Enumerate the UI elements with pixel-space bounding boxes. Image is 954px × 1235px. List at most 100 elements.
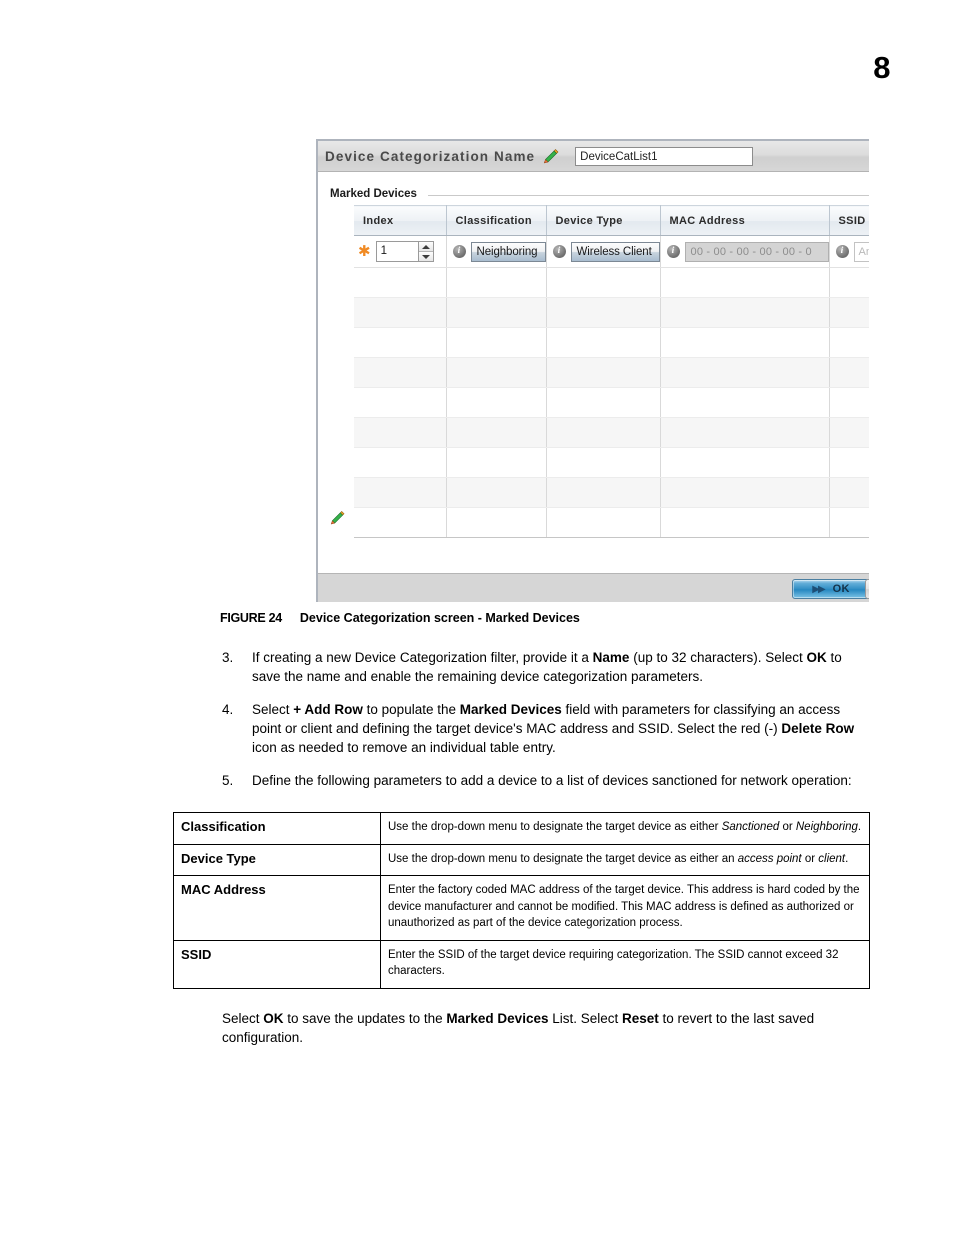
cell-ssid[interactable]: [829, 357, 869, 388]
cell-mac-address[interactable]: [660, 477, 830, 508]
stepper-down-icon[interactable]: [418, 252, 433, 261]
cell-ssid[interactable]: [829, 477, 869, 508]
info-icon[interactable]: i: [835, 245, 849, 258]
step-text: Define the following parameters to add a…: [252, 773, 852, 788]
ok-button[interactable]: ▶▶ OK: [792, 579, 869, 599]
info-icon[interactable]: i: [666, 245, 680, 258]
cell-device-type[interactable]: [546, 447, 661, 478]
column-header-device-type[interactable]: Device Type: [546, 205, 661, 236]
figure-caption-text: Device Categorization screen - Marked De…: [299, 611, 580, 625]
cell-classification[interactable]: [446, 387, 547, 418]
info-icon[interactable]: i: [552, 245, 566, 258]
cell-device-type[interactable]: [546, 297, 661, 328]
screen-title: Device Categorization Name: [325, 148, 536, 164]
step-number: 3.: [222, 650, 234, 665]
cell-ssid[interactable]: [829, 267, 869, 298]
cell-device-type[interactable]: [546, 417, 661, 448]
cell-mac-address[interactable]: [660, 417, 830, 448]
parameter-description: Use the drop-down menu to designate the …: [380, 843, 870, 876]
parameter-description: Use the drop-down menu to designate the …: [380, 812, 870, 845]
cell-index[interactable]: [354, 327, 447, 358]
table-row[interactable]: [354, 507, 869, 538]
step-number: 5.: [222, 773, 234, 788]
cell-mac-address[interactable]: [660, 387, 830, 418]
cell-device-type[interactable]: [546, 477, 661, 508]
cell-classification[interactable]: [446, 417, 547, 448]
column-header-ssid[interactable]: SSID: [829, 205, 869, 236]
cell-index[interactable]: [354, 477, 447, 508]
cell-device-type[interactable]: [546, 327, 661, 358]
table-row[interactable]: [354, 477, 869, 508]
cell-device-type[interactable]: i Wireless Client: [546, 235, 661, 268]
info-icon[interactable]: i: [452, 245, 466, 258]
cell-index[interactable]: [354, 267, 447, 298]
index-stepper[interactable]: 1: [375, 241, 434, 262]
stepper-up-icon[interactable]: [418, 242, 433, 252]
cell-classification[interactable]: [446, 357, 547, 388]
column-header-classification[interactable]: Classification: [446, 205, 547, 236]
cell-index[interactable]: ✱ 1: [354, 235, 447, 268]
cell-mac-address[interactable]: [660, 297, 830, 328]
index-input[interactable]: 1: [375, 241, 418, 262]
reset-button-partial[interactable]: [865, 579, 869, 599]
index-stepper-buttons[interactable]: [417, 241, 434, 262]
table-row[interactable]: [354, 357, 869, 388]
table-row[interactable]: [354, 267, 869, 298]
pencil-icon: [543, 148, 559, 164]
cell-mac-address[interactable]: [660, 447, 830, 478]
cell-classification[interactable]: i Neighboring: [446, 235, 547, 268]
cell-device-type[interactable]: [546, 267, 661, 298]
marked-devices-table: Index Classification Device Type MAC Add…: [354, 205, 869, 538]
cell-ssid[interactable]: i An: [829, 235, 869, 268]
table-row[interactable]: [354, 297, 869, 328]
table-row[interactable]: [354, 417, 869, 448]
parameter-description: Enter the SSID of the target device requ…: [380, 939, 870, 989]
cell-classification[interactable]: [446, 447, 547, 478]
cell-ssid[interactable]: [829, 417, 869, 448]
cell-mac-address[interactable]: [660, 507, 830, 538]
cell-index[interactable]: [354, 297, 447, 328]
table-row[interactable]: [354, 327, 869, 358]
required-asterisk-icon: ✱: [358, 242, 371, 260]
table-row[interactable]: [354, 387, 869, 418]
table-row: Classification Use the drop-down menu to…: [173, 812, 870, 845]
cell-mac-address[interactable]: [660, 357, 830, 388]
cell-index[interactable]: [354, 417, 447, 448]
cell-ssid[interactable]: [829, 297, 869, 328]
table-row[interactable]: ✱ 1 i Neighboring i Wireless Client i 00…: [354, 235, 869, 268]
cell-classification[interactable]: [446, 297, 547, 328]
cell-index[interactable]: [354, 357, 447, 388]
classification-dropdown[interactable]: Neighboring: [470, 241, 546, 262]
parameter-definition-table: Classification Use the drop-down menu to…: [173, 812, 870, 989]
cell-classification[interactable]: [446, 327, 547, 358]
row-edit-pencil-icon[interactable]: [330, 510, 345, 525]
mac-address-input[interactable]: 00 - 00 - 00 - 00 - 00 - 0: [684, 241, 829, 262]
cell-classification[interactable]: [446, 267, 547, 298]
column-header-index[interactable]: Index: [354, 205, 447, 236]
ssid-input[interactable]: An: [853, 241, 869, 262]
cell-mac-address[interactable]: [660, 267, 830, 298]
cell-device-type[interactable]: [546, 387, 661, 418]
device-type-dropdown[interactable]: Wireless Client: [570, 241, 660, 262]
column-header-mac-address[interactable]: MAC Address: [660, 205, 830, 236]
numbered-steps-list: 3. If creating a new Device Categorizati…: [222, 648, 870, 804]
cell-index[interactable]: [354, 447, 447, 478]
step-text: If creating a new Device Categorization …: [252, 650, 842, 684]
cell-classification[interactable]: [446, 507, 547, 538]
cell-index[interactable]: [354, 507, 447, 538]
cell-ssid[interactable]: [829, 507, 869, 538]
cell-index[interactable]: [354, 387, 447, 418]
table-row[interactable]: [354, 447, 869, 478]
device-categorization-name-input[interactable]: DeviceCatList1: [575, 146, 754, 166]
cell-classification[interactable]: [446, 477, 547, 508]
cell-ssid[interactable]: [829, 387, 869, 418]
cell-mac-address[interactable]: [660, 327, 830, 358]
cell-device-type[interactable]: [546, 357, 661, 388]
table-row: Device Type Use the drop-down menu to de…: [173, 843, 870, 876]
cell-device-type[interactable]: [546, 507, 661, 538]
cell-ssid[interactable]: [829, 327, 869, 358]
cell-ssid[interactable]: [829, 447, 869, 478]
cell-mac-address[interactable]: i 00 - 00 - 00 - 00 - 00 - 0: [660, 235, 830, 268]
figure-label: FIGURE 24: [220, 611, 282, 625]
parameter-name: Classification: [173, 812, 381, 845]
